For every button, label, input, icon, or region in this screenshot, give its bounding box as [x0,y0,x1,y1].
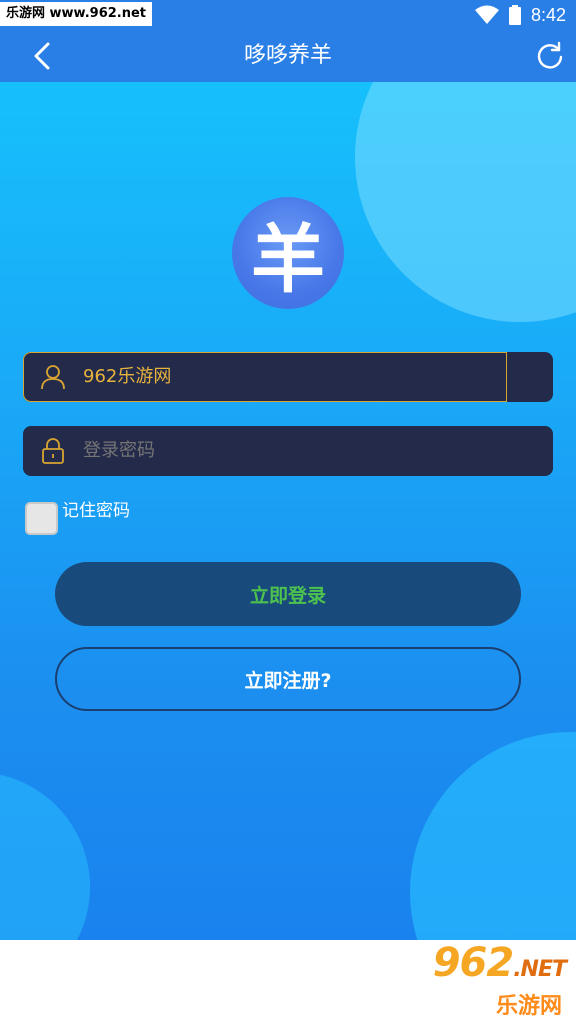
password-input[interactable] [83,426,503,476]
login-panel: 羊 记住密码 立即登录 立即注册? [0,82,576,940]
status-bar: 乐游网 www.962.net 8:42 [0,0,576,30]
watermark-name: 乐游网 [495,994,562,1019]
app-logo: 羊 [232,197,344,309]
watermark-net-text: .NET [513,957,567,982]
remember-password-checkbox[interactable] [25,502,58,535]
app-screen: 乐游网 www.962.net 8:42 哆哆养羊 羊 962乐游网 记住密码 … [0,0,576,1024]
chevron-left-icon [34,42,50,70]
page-title: 哆哆养羊 [243,43,332,68]
battery-icon [508,5,521,25]
password-field[interactable] [23,426,553,476]
decor-bubble [410,732,576,940]
wifi-icon [474,5,499,24]
username-input[interactable] [83,352,503,402]
status-time: 8:42 [530,4,566,25]
remember-password-label: 记住密码 [62,501,130,521]
lock-icon [42,438,64,464]
decor-bubble [0,772,90,940]
watermark-logo: 962.NET 乐游网 [433,940,570,1020]
decor-bubble [355,82,576,322]
username-field[interactable] [23,352,553,402]
back-button[interactable] [24,38,60,74]
register-button[interactable]: 立即注册? [55,647,521,711]
refresh-button[interactable] [532,38,568,74]
watermark-top-text: 乐游网 www.962.net [0,2,153,26]
refresh-icon [537,41,563,69]
watermark-number: 962.NET [432,940,567,986]
user-icon [41,365,65,390]
status-indicators: 8:42 [474,0,566,30]
watermark-number-text: 962 [432,940,514,986]
title-bar: 哆哆养羊 [0,30,576,82]
logo-character: 羊 [251,216,325,303]
login-button[interactable]: 立即登录 [55,562,521,626]
